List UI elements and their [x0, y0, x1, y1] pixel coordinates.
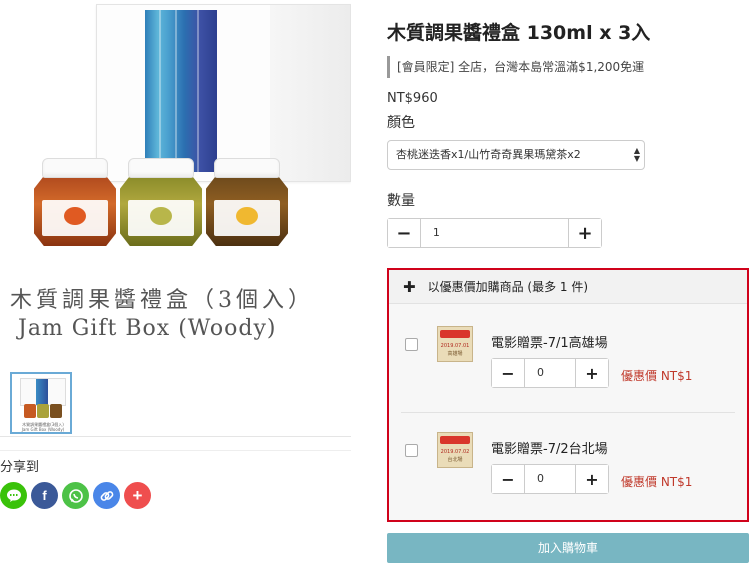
link-icon	[100, 490, 113, 501]
addon-deal-price: 優惠價 NT$1	[621, 475, 693, 489]
addon-quantity-input[interactable]: 0	[524, 465, 576, 493]
addon-panel: ✚ 以優惠價加購商品 (最多 1 件) 2019.07.01 高雄場 電影贈票-…	[387, 268, 749, 522]
line-share-button[interactable]	[0, 482, 27, 509]
addon-decrease-button[interactable]: −	[492, 359, 524, 387]
divider	[0, 436, 351, 437]
addon-quantity-stepper: − 0 +	[491, 464, 609, 494]
addon-quantity-stepper: − 0 +	[491, 358, 609, 388]
product-gallery: 木質調果醬禮盒（3個入） Jam Gift Box (Woody) 木質調果醬禮…	[0, 0, 351, 570]
share-label: 分享到	[0, 460, 40, 475]
addon-increase-button[interactable]: +	[576, 359, 608, 387]
divider	[0, 450, 351, 451]
thumbnail-caption-en: Jam Gift Box (Woody)	[21, 427, 65, 432]
image-caption-english: Jam Gift Box (Woody)	[18, 316, 277, 341]
jar-dark-illustration	[206, 158, 288, 246]
addon-item-name: 電影贈票-7/1高雄場	[491, 336, 608, 351]
share-buttons: f +	[0, 482, 151, 509]
minus-icon: −	[501, 363, 515, 383]
plus-icon: +	[585, 469, 599, 489]
quantity-stepper: − 1 +	[387, 218, 602, 248]
plus-icon: +	[585, 363, 599, 383]
whatsapp-share-button[interactable]	[62, 482, 89, 509]
addon-header-text: 以優惠價加購商品 (最多 1 件)	[427, 280, 589, 294]
add-to-cart-button[interactable]: 加入購物車	[387, 533, 749, 563]
product-price: NT$960	[387, 91, 438, 106]
quantity-increase-button[interactable]: +	[569, 219, 601, 247]
variant-selected-value: 杏桃迷迭香x1/山竹奇奇異果瑪黛茶x2	[396, 148, 581, 161]
gift-box-band-illustration	[145, 10, 217, 172]
addon-deal-price: 優惠價 NT$1	[621, 369, 693, 383]
ticket-place: 台北場	[447, 457, 463, 463]
jar-apricot-illustration	[34, 158, 116, 246]
addon-increase-button[interactable]: +	[576, 465, 608, 493]
addon-header[interactable]: ✚ 以優惠價加購商品 (最多 1 件)	[389, 270, 747, 304]
ticket-place: 高雄場	[447, 351, 463, 357]
addon-item-checkbox[interactable]	[405, 338, 418, 351]
variant-label: 顏色	[387, 115, 415, 131]
plus-icon: +	[132, 485, 143, 505]
quantity-decrease-button[interactable]: −	[388, 219, 420, 247]
addon-item: 2019.07.01 高雄場 電影贈票-7/1高雄場 − 0 + 優惠價 NT$…	[389, 304, 747, 404]
ticket-thumbnail: 2019.07.02 台北場	[437, 432, 473, 468]
line-chat-icon	[6, 489, 21, 502]
plus-icon: ✚	[403, 277, 416, 296]
promo-banner: [會員限定] 全店，台灣本島常溫滿$1,200免運	[387, 56, 644, 78]
gallery-thumbnail[interactable]: 木質調果醬禮盒(3個入) Jam Gift Box (Woody)	[10, 372, 72, 434]
minus-icon: −	[396, 222, 412, 244]
variant-select[interactable]: 杏桃迷迭香x1/山竹奇奇異果瑪黛茶x2 ▲ ▼	[387, 140, 645, 170]
more-share-button[interactable]: +	[124, 482, 151, 509]
quantity-label: 數量	[387, 193, 415, 209]
jar-green-illustration	[120, 158, 202, 246]
facebook-share-button[interactable]: f	[31, 482, 58, 509]
addon-quantity-input[interactable]: 0	[524, 359, 576, 387]
select-arrows-icon: ▲ ▼	[633, 146, 640, 163]
image-caption-chinese: 木質調果醬禮盒（3個入）	[10, 288, 314, 313]
addon-decrease-button[interactable]: −	[492, 465, 524, 493]
ticket-thumbnail: 2019.07.01 高雄場	[437, 326, 473, 362]
product-title: 木質調果醬禮盒 130ml x 3入	[387, 22, 651, 44]
ticket-date: 2019.07.01	[440, 343, 470, 349]
addon-item: 2019.07.02 台北場 電影贈票-7/2台北場 − 0 + 優惠價 NT$…	[389, 410, 747, 510]
minus-icon: −	[501, 469, 515, 489]
copy-link-button[interactable]	[93, 482, 120, 509]
plus-icon: +	[577, 222, 593, 244]
addon-item-name: 電影贈票-7/2台北場	[491, 442, 608, 457]
facebook-icon: f	[42, 488, 47, 503]
ticket-date: 2019.07.02	[440, 449, 470, 455]
addon-item-checkbox[interactable]	[405, 444, 418, 457]
whatsapp-icon	[68, 488, 83, 503]
gift-box-illustration	[96, 4, 351, 182]
product-main-image[interactable]: 木質調果醬禮盒（3個入） Jam Gift Box (Woody)	[0, 0, 351, 360]
quantity-input[interactable]: 1	[419, 219, 570, 247]
